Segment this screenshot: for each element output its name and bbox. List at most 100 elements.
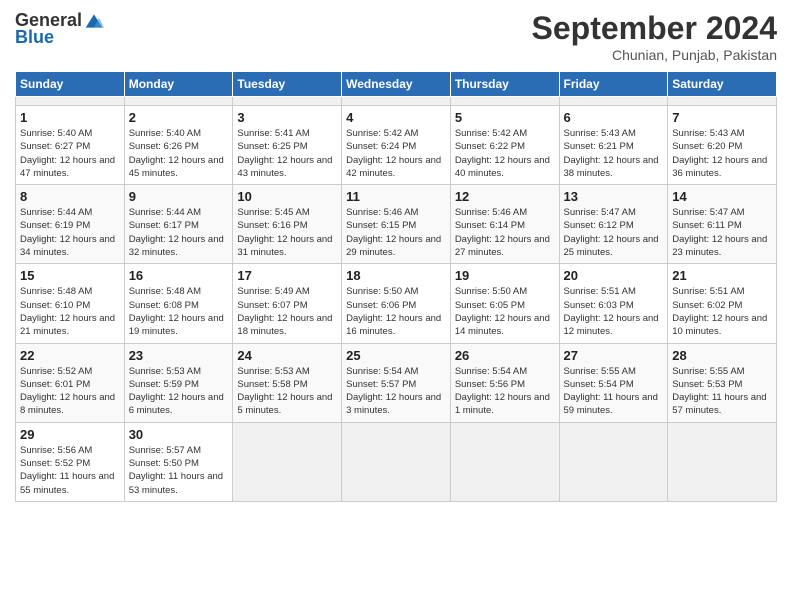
- calendar-cell: [559, 97, 668, 106]
- col-monday: Monday: [124, 72, 233, 97]
- calendar-cell: 10Sunrise: 5:45 AMSunset: 6:16 PMDayligh…: [233, 185, 342, 264]
- col-wednesday: Wednesday: [342, 72, 451, 97]
- logo: General Blue: [15, 10, 104, 48]
- day-number: 22: [20, 348, 120, 363]
- col-sunday: Sunday: [16, 72, 125, 97]
- day-number: 14: [672, 189, 772, 204]
- day-info: Sunrise: 5:41 AMSunset: 6:25 PMDaylight:…: [237, 127, 337, 180]
- day-info: Sunrise: 5:44 AMSunset: 6:17 PMDaylight:…: [129, 206, 229, 259]
- day-info: Sunrise: 5:51 AMSunset: 6:02 PMDaylight:…: [672, 285, 772, 338]
- day-number: 26: [455, 348, 555, 363]
- day-number: 19: [455, 268, 555, 283]
- calendar-cell: 17 Sunrise: 5:49 AMSunset: 6:07 PMDayligh…: [233, 264, 342, 343]
- day-info: Sunrise: 5:44 AMSunset: 6:19 PMDaylight:…: [20, 206, 120, 259]
- day-number: 8: [20, 189, 120, 204]
- calendar-week-5: 29 Sunrise: 5:56 AMSunset: 5:52 PMDayligh…: [16, 422, 777, 501]
- calendar-cell: 8 Sunrise: 5:44 AMSunset: 6:19 PMDaylight…: [16, 185, 125, 264]
- day-info: Sunrise: 5:40 AMSunset: 6:26 PMDaylight:…: [129, 127, 229, 180]
- day-info: Sunrise: 5:55 AMSunset: 5:53 PMDaylight:…: [672, 365, 772, 418]
- day-number: 2: [129, 110, 229, 125]
- calendar-cell: [559, 422, 668, 501]
- logo-icon: [84, 11, 104, 31]
- day-number: 28: [672, 348, 772, 363]
- calendar-cell: 24Sunrise: 5:53 AMSunset: 5:58 PMDayligh…: [233, 343, 342, 422]
- day-info: Sunrise: 5:52 AMSunset: 6:01 PMDaylight:…: [20, 365, 120, 418]
- day-number: 1: [20, 110, 120, 125]
- calendar-cell: 1 Sunrise: 5:40 AMSunset: 6:27 PMDaylight…: [16, 106, 125, 185]
- calendar-cell: 27 Sunrise: 5:55 AMSunset: 5:54 PMDayligh…: [559, 343, 668, 422]
- day-number: 11: [346, 189, 446, 204]
- day-info: Sunrise: 5:42 AMSunset: 6:24 PMDaylight:…: [346, 127, 446, 180]
- calendar-cell: 19 Sunrise: 5:50 AMSunset: 6:05 PMDayligh…: [450, 264, 559, 343]
- calendar-cell: 5Sunrise: 5:42 AMSunset: 6:22 PMDaylight…: [450, 106, 559, 185]
- calendar-cell: 4Sunrise: 5:42 AMSunset: 6:24 PMDaylight…: [342, 106, 451, 185]
- header-row: Sunday Monday Tuesday Wednesday Thursday…: [16, 72, 777, 97]
- calendar-cell: 7Sunrise: 5:43 AMSunset: 6:20 PMDaylight…: [668, 106, 777, 185]
- col-friday: Friday: [559, 72, 668, 97]
- day-info: Sunrise: 5:48 AMSunset: 6:10 PMDaylight:…: [20, 285, 120, 338]
- title-area: September 2024 Chunian, Punjab, Pakistan: [532, 10, 777, 63]
- calendar-cell: [342, 97, 451, 106]
- col-thursday: Thursday: [450, 72, 559, 97]
- day-number: 25: [346, 348, 446, 363]
- calendar-week-4: 22 Sunrise: 5:52 AMSunset: 6:01 PMDayligh…: [16, 343, 777, 422]
- calendar-cell: 26 Sunrise: 5:54 AMSunset: 5:56 PMDayligh…: [450, 343, 559, 422]
- day-info: Sunrise: 5:54 AMSunset: 5:56 PMDaylight:…: [455, 365, 555, 418]
- calendar-cell: 16Sunrise: 5:48 AMSunset: 6:08 PMDayligh…: [124, 264, 233, 343]
- day-info: Sunrise: 5:50 AMSunset: 6:06 PMDaylight:…: [346, 285, 446, 338]
- day-info: Sunrise: 5:51 AMSunset: 6:03 PMDaylight:…: [564, 285, 664, 338]
- calendar-cell: [450, 97, 559, 106]
- calendar-cell: [450, 422, 559, 501]
- calendar-cell: 14Sunrise: 5:47 AMSunset: 6:11 PMDayligh…: [668, 185, 777, 264]
- day-info: Sunrise: 5:57 AMSunset: 5:50 PMDaylight:…: [129, 444, 229, 497]
- day-info: Sunrise: 5:53 AMSunset: 5:58 PMDaylight:…: [237, 365, 337, 418]
- day-number: 7: [672, 110, 772, 125]
- day-info: Sunrise: 5:49 AMSunset: 6:07 PMDaylight:…: [237, 285, 337, 338]
- day-number: 30: [129, 427, 229, 442]
- day-number: 15: [20, 268, 120, 283]
- day-number: 12: [455, 189, 555, 204]
- calendar-week-0: [16, 97, 777, 106]
- location-title: Chunian, Punjab, Pakistan: [532, 47, 777, 63]
- calendar-cell: 12 Sunrise: 5:46 AMSunset: 6:14 PMDayligh…: [450, 185, 559, 264]
- day-number: 29: [20, 427, 120, 442]
- calendar-cell: [342, 422, 451, 501]
- day-info: Sunrise: 5:46 AMSunset: 6:15 PMDaylight:…: [346, 206, 446, 259]
- calendar-cell: 3Sunrise: 5:41 AMSunset: 6:25 PMDaylight…: [233, 106, 342, 185]
- day-info: Sunrise: 5:53 AMSunset: 5:59 PMDaylight:…: [129, 365, 229, 418]
- day-info: Sunrise: 5:43 AMSunset: 6:21 PMDaylight:…: [564, 127, 664, 180]
- day-info: Sunrise: 5:56 AMSunset: 5:52 PMDaylight:…: [20, 444, 120, 497]
- day-number: 6: [564, 110, 664, 125]
- calendar-cell: 15 Sunrise: 5:48 AMSunset: 6:10 PMDayligh…: [16, 264, 125, 343]
- calendar-cell: 21 Sunrise: 5:51 AMSunset: 6:02 PMDayligh…: [668, 264, 777, 343]
- day-number: 13: [564, 189, 664, 204]
- calendar-table: Sunday Monday Tuesday Wednesday Thursday…: [15, 71, 777, 502]
- day-info: Sunrise: 5:46 AMSunset: 6:14 PMDaylight:…: [455, 206, 555, 259]
- day-info: Sunrise: 5:40 AMSunset: 6:27 PMDaylight:…: [20, 127, 120, 180]
- day-info: Sunrise: 5:45 AMSunset: 6:16 PMDaylight:…: [237, 206, 337, 259]
- day-number: 21: [672, 268, 772, 283]
- day-info: Sunrise: 5:55 AMSunset: 5:54 PMDaylight:…: [564, 365, 664, 418]
- calendar-cell: 2 Sunrise: 5:40 AMSunset: 6:26 PMDaylight…: [124, 106, 233, 185]
- calendar-week-3: 15 Sunrise: 5:48 AMSunset: 6:10 PMDayligh…: [16, 264, 777, 343]
- day-info: Sunrise: 5:50 AMSunset: 6:05 PMDaylight:…: [455, 285, 555, 338]
- day-number: 18: [346, 268, 446, 283]
- day-number: 17: [237, 268, 337, 283]
- col-tuesday: Tuesday: [233, 72, 342, 97]
- calendar-cell: 29 Sunrise: 5:56 AMSunset: 5:52 PMDayligh…: [16, 422, 125, 501]
- calendar-cell: 22 Sunrise: 5:52 AMSunset: 6:01 PMDayligh…: [16, 343, 125, 422]
- day-info: Sunrise: 5:48 AMSunset: 6:08 PMDaylight:…: [129, 285, 229, 338]
- day-number: 9: [129, 189, 229, 204]
- day-number: 27: [564, 348, 664, 363]
- day-number: 23: [129, 348, 229, 363]
- calendar-cell: 9 Sunrise: 5:44 AMSunset: 6:17 PMDaylight…: [124, 185, 233, 264]
- calendar-cell: 13Sunrise: 5:47 AMSunset: 6:12 PMDayligh…: [559, 185, 668, 264]
- calendar-cell: 18 Sunrise: 5:50 AMSunset: 6:06 PMDayligh…: [342, 264, 451, 343]
- day-number: 5: [455, 110, 555, 125]
- calendar-week-2: 8 Sunrise: 5:44 AMSunset: 6:19 PMDaylight…: [16, 185, 777, 264]
- calendar-cell: 11 Sunrise: 5:46 AMSunset: 6:15 PMDayligh…: [342, 185, 451, 264]
- calendar-cell: 23 Sunrise: 5:53 AMSunset: 5:59 PMDayligh…: [124, 343, 233, 422]
- calendar-cell: [233, 97, 342, 106]
- logo-blue: Blue: [15, 27, 54, 48]
- col-saturday: Saturday: [668, 72, 777, 97]
